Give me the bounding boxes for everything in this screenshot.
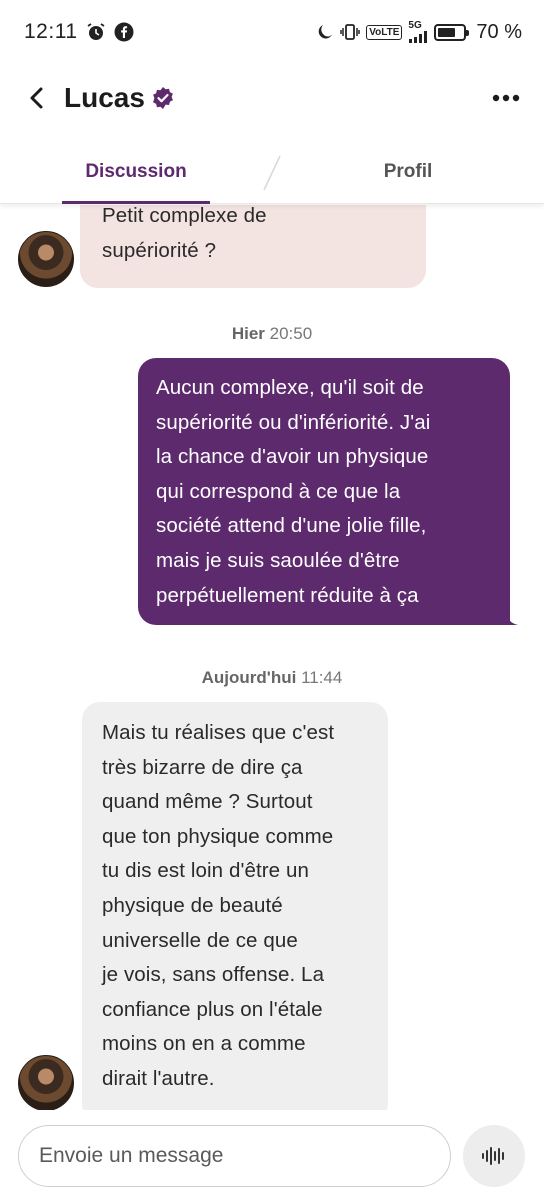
tab-discussion[interactable]: Discussion: [0, 140, 272, 204]
message-bubble-outgoing[interactable]: Aucun complexe, qu'il soit de supériorit…: [138, 358, 518, 626]
timestamp-day: Aujourd'hui: [201, 668, 297, 687]
volte-icon: VoLTE: [366, 24, 403, 40]
facebook-icon: [114, 22, 134, 42]
tab-discussion-label: Discussion: [85, 160, 187, 182]
voice-message-button[interactable]: [463, 1125, 525, 1187]
chat-header: Lucas: [0, 64, 544, 132]
avatar[interactable]: [18, 231, 74, 287]
voice-message-icon: [482, 1147, 504, 1165]
status-left: 12:11: [24, 20, 134, 44]
vibrate-icon: [340, 23, 360, 41]
message-text: Aucun complexe, qu'il soit de supériorit…: [156, 376, 431, 607]
message-bubble-incoming[interactable]: Petit complexe de supériorité ?: [80, 205, 426, 288]
message-text: Mais tu réalises que c'est très bizarre …: [102, 721, 335, 1090]
timestamp-day: Hier: [231, 324, 265, 343]
signal-icon: 5G: [408, 21, 428, 43]
avatar[interactable]: [18, 1055, 74, 1110]
active-tab-indicator: [62, 201, 210, 204]
verified-badge-icon: [151, 86, 175, 110]
tab-profil[interactable]: Profil: [272, 140, 544, 203]
battery-percent: 70 %: [476, 20, 522, 43]
more-options-icon: [492, 94, 520, 102]
status-bar: 12:11 VoLTE 5G 70 %: [0, 0, 544, 64]
network-type-label: 5G: [408, 20, 422, 31]
more-options-button[interactable]: [488, 78, 524, 118]
bubble-tail: [506, 613, 518, 626]
contact-name[interactable]: Lucas: [64, 82, 145, 114]
message-bubble-incoming[interactable]: Mais tu réalises que c'est très bizarre …: [82, 702, 388, 1110]
moon-icon: [316, 23, 334, 41]
timestamp-divider: Aujourd'hui 11:44: [0, 668, 544, 688]
timestamp-time: 20:50: [269, 324, 313, 343]
status-time: 12:11: [24, 20, 78, 43]
message-composer: [0, 1112, 544, 1200]
battery-fill: [438, 27, 456, 37]
message-input[interactable]: [18, 1125, 451, 1187]
message-list[interactable]: Petit complexe de supériorité ? Hier 20:…: [0, 205, 544, 1110]
back-button[interactable]: [20, 78, 52, 118]
tab-profil-label: Profil: [383, 160, 433, 182]
status-right: VoLTE 5G 70 %: [316, 21, 522, 44]
timestamp-divider: Hier 20:50: [0, 324, 544, 344]
battery-icon: [434, 23, 470, 41]
tab-bar: Discussion Profil: [0, 140, 544, 204]
timestamp-time: 11:44: [301, 668, 343, 687]
back-arrow-icon: [30, 87, 43, 109]
message-text: Petit complexe de supériorité ?: [102, 205, 267, 262]
alarm-icon: [86, 22, 106, 42]
